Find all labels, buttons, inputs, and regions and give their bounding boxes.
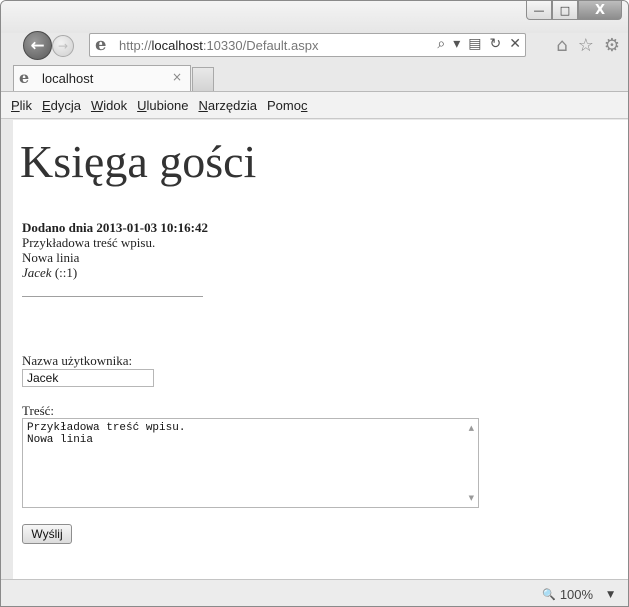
entry-author-line: Jacek (::1) — [22, 265, 208, 280]
entry-date: Dodano dnia 2013-01-03 10:16:42 — [22, 220, 208, 235]
content-textarea[interactable]: Przykładowa treść wpisu. Nowa linia ▲ ▼ — [22, 418, 479, 508]
ie-logo-icon: e — [95, 34, 107, 55]
entry-author: Jacek — [22, 265, 52, 280]
tab-localhost[interactable]: e localhost × — [13, 65, 191, 91]
menu-item-plik[interactable]: Plik — [11, 98, 32, 113]
scroll-up-icon[interactable]: ▲ — [469, 422, 474, 434]
tab-close-icon[interactable]: × — [172, 70, 182, 84]
menu-item-ulubione[interactable]: Ulubione — [137, 98, 188, 113]
close-button[interactable]: X — [578, 1, 622, 20]
search-icon[interactable]: ⌕ — [437, 36, 445, 52]
zoom-magnifier-icon: 🔍 — [542, 588, 556, 601]
status-bar: 🔍 100% ▼ — [1, 579, 628, 606]
ie-page-icon: e — [19, 68, 30, 87]
page-title: Księga gości — [20, 136, 257, 187]
back-arrow-icon: ← — [30, 35, 45, 56]
entry-ip: (::1) — [51, 265, 78, 280]
window-controls: — □ X — [526, 1, 622, 20]
content-label: Treść: — [22, 403, 55, 418]
zoom-dropdown-icon[interactable]: ▼ — [607, 590, 614, 600]
submit-button[interactable]: Wyślij — [22, 524, 72, 544]
zoom-level: 100% — [559, 587, 594, 602]
navigation-bar: ← → e http://localhost:10330/Default.asp… — [1, 29, 628, 61]
minimize-button[interactable]: — — [526, 1, 552, 20]
entry-line: Nowa linia — [22, 250, 80, 265]
menu-item-widok[interactable]: Widok — [91, 98, 127, 113]
tab-row: e localhost × — [1, 65, 628, 91]
back-button[interactable]: ← — [23, 31, 52, 60]
menu-bar: Plik Edycja Widok Ulubione Narzędzia Pom… — [1, 91, 628, 119]
search-dropdown-icon[interactable]: ▾ — [453, 36, 460, 52]
home-icon[interactable]: ⌂ — [556, 35, 567, 56]
entry-divider — [22, 296, 203, 297]
menu-item-pomoc[interactable]: Pomoc — [267, 98, 307, 113]
new-tab-button[interactable] — [192, 67, 214, 91]
favorites-star-icon[interactable]: ☆ — [578, 35, 594, 56]
tools-gear-icon[interactable]: ⚙ — [604, 35, 620, 56]
entry-line: Przykładowa treść wpisu. — [22, 235, 156, 250]
browser-window: — □ X ← → e http://localhost:10330/Defau… — [0, 0, 629, 607]
menu-item-narzedzia[interactable]: Narzędzia — [198, 98, 257, 113]
maximize-button[interactable]: □ — [552, 1, 578, 20]
zoom-control[interactable]: 🔍 100% ▼ — [542, 587, 614, 602]
page-content: Księga gości Dodano dnia 2013-01-03 10:1… — [13, 120, 628, 579]
address-bar[interactable]: e http://localhost:10330/Default.aspx ⌕ … — [89, 33, 526, 57]
address-url[interactable]: http://localhost:10330/Default.aspx — [119, 38, 318, 53]
browser-toolbar-icons: ⌂ ☆ ⚙ — [556, 35, 620, 56]
username-label: Nazwa użytkownika: — [22, 353, 133, 368]
username-input[interactable] — [22, 369, 154, 387]
address-tools: ⌕ ▾ ▤ ↻ ✕ — [437, 36, 521, 52]
scroll-down-icon[interactable]: ▼ — [469, 492, 474, 504]
content-text: Przykładowa treść wpisu. Nowa linia — [27, 422, 186, 446]
guestbook-entry: Dodano dnia 2013-01-03 10:16:42 Przykład… — [22, 220, 208, 280]
stop-icon[interactable]: ✕ — [509, 36, 521, 52]
tab-label: localhost — [42, 71, 94, 86]
refresh-icon[interactable]: ↻ — [490, 36, 502, 52]
menu-item-edycja[interactable]: Edycja — [42, 98, 81, 113]
forward-arrow-icon: → — [57, 39, 69, 53]
compatibility-view-icon[interactable]: ▤ — [468, 36, 481, 52]
forward-button[interactable]: → — [52, 35, 74, 57]
